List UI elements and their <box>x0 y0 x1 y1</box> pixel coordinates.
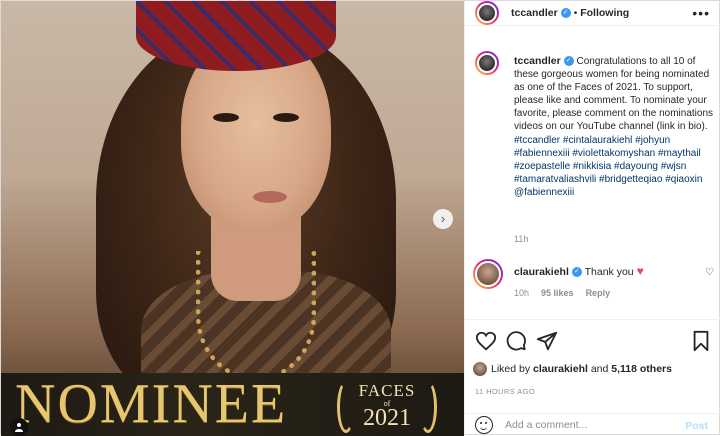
post-side-panel: tccandler ✓ • Following ••• tccandler ✓ Cong… <box>464 1 720 436</box>
comment-meta: 10h 95 likes Reply <box>514 288 610 298</box>
photo-eye-right <box>273 113 299 122</box>
caption-time: 11h <box>514 234 529 244</box>
liked-by-prefix: Liked by <box>491 362 531 375</box>
header-meta: tccandler ✓ • Following <box>511 7 629 19</box>
comment-icon[interactable] <box>505 330 527 352</box>
caption-avatar[interactable] <box>475 51 499 75</box>
photo-scarf <box>136 1 336 71</box>
commenter-avatar[interactable] <box>473 259 503 289</box>
post-actions <box>465 319 720 359</box>
caption-text: Congratulations to all 10 of these gorge… <box>514 56 713 133</box>
post-dialog: NOMINEE FACES of 2021 › tccandler ✓ • Follo… <box>0 0 720 436</box>
comment-username[interactable]: claurakiehl <box>514 266 569 278</box>
header-separator: • <box>573 8 578 19</box>
faces-of-2021-badge: FACES of 2021 <box>331 375 443 435</box>
header-username[interactable]: tccandler <box>511 7 558 19</box>
comment-body: claurakiehl ✓ Thank you ♥ <box>514 264 644 278</box>
author-avatar[interactable] <box>475 1 499 25</box>
photo-lips <box>253 191 287 203</box>
caption-mention[interactable]: @fabiennexiii <box>514 187 574 198</box>
liker-avatar[interactable] <box>473 362 487 376</box>
photo-chain <box>196 251 316 381</box>
bookmark-icon[interactable] <box>690 330 712 352</box>
follow-status-button[interactable]: Following <box>580 7 629 19</box>
caption-hashtags[interactable]: #tccandler #cintalaurakiehl #johyun #fab… <box>514 135 702 185</box>
verified-badge-icon: ✓ <box>571 267 582 278</box>
verified-badge-icon: ✓ <box>560 8 571 19</box>
comment-text: Thank you <box>584 266 634 278</box>
red-heart-emoji-icon: ♥ <box>636 264 644 278</box>
liked-by-row: Liked by claurakiehl and 5,118 others <box>473 362 672 376</box>
verified-badge-icon: ✓ <box>563 56 574 67</box>
user-tag-icon[interactable] <box>10 418 28 436</box>
post-caption: tccandler ✓ Congratulations to all 10 of … <box>514 55 714 199</box>
liked-by-user[interactable]: claurakiehl <box>533 363 588 375</box>
laurel-right-icon <box>419 381 437 433</box>
comment-like-heart-icon[interactable]: ♡ <box>705 267 714 278</box>
emoji-icon[interactable] <box>475 416 493 434</box>
photo-eye-left <box>213 113 239 122</box>
post-photo[interactable]: NOMINEE FACES of 2021 › <box>1 1 464 436</box>
comment-likes[interactable]: 95 likes <box>541 288 574 298</box>
send-icon[interactable] <box>536 330 558 352</box>
ellipsis-icon[interactable]: ••• <box>692 5 710 21</box>
posted-time[interactable]: 11 HOURS AGO <box>475 387 535 396</box>
post-header: tccandler ✓ • Following ••• <box>465 1 720 26</box>
comment-reply-button[interactable]: Reply <box>586 288 611 298</box>
add-comment-bar: Post <box>465 413 720 436</box>
chevron-right-icon[interactable]: › <box>433 209 453 229</box>
liked-by-and: and <box>590 362 609 375</box>
comment-time: 10h <box>514 288 530 298</box>
comment-input[interactable] <box>505 419 675 431</box>
post-comment-button[interactable]: Post <box>685 420 708 432</box>
heart-icon[interactable] <box>475 330 497 352</box>
liked-by-others[interactable]: 5,118 others <box>611 363 672 375</box>
laurel-left-icon <box>337 381 355 433</box>
nominee-text: NOMINEE <box>15 373 288 435</box>
caption-username[interactable]: tccandler <box>514 55 561 67</box>
